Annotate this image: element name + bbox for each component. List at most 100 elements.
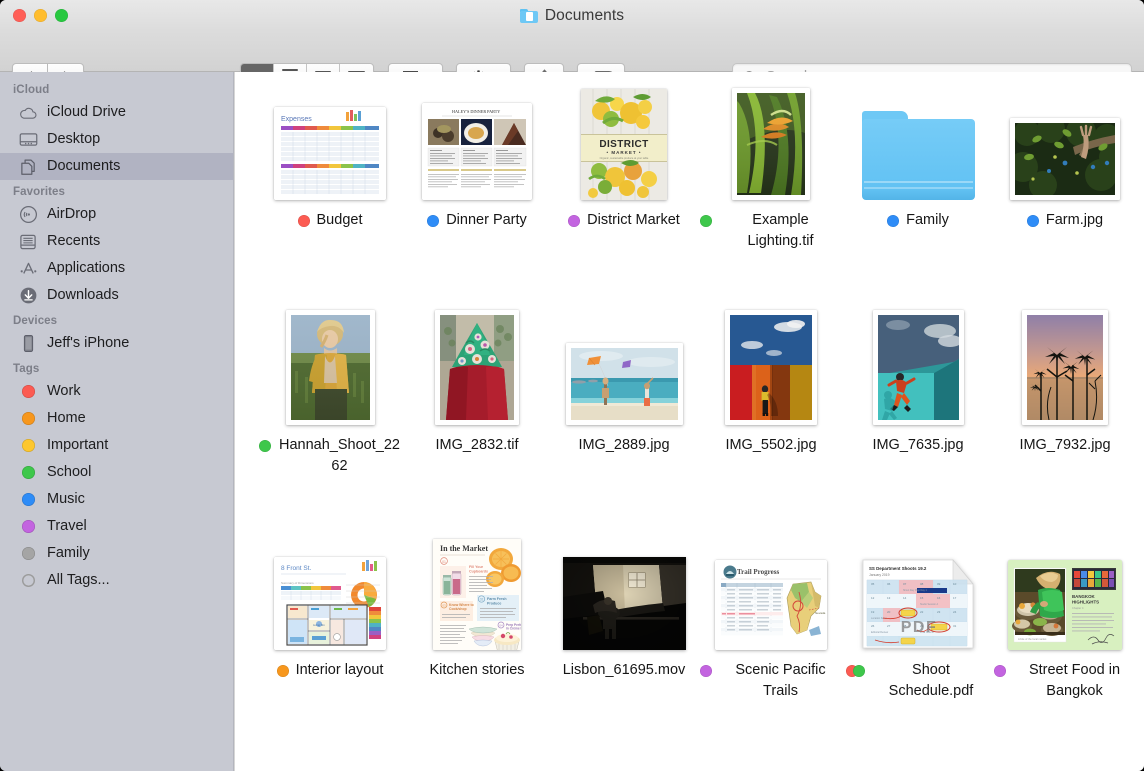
sidebar-item-documents[interactable]: Documents [0,153,233,180]
sidebar-item-tag-family[interactable]: Family [0,540,233,567]
file-item[interactable]: Example Lighting.tif [698,84,844,309]
file-grid: Expenses [235,72,1144,759]
file-name: Street Food in Bangkok [1013,660,1137,702]
svg-text:27: 27 [887,624,891,628]
svg-text:PDF: PDF [901,619,938,636]
airdrop-icon [18,205,38,225]
file-item[interactable]: Family [845,84,991,309]
sidebar-item-airdrop[interactable]: AirDrop [0,201,233,228]
sidebar-item-label: Music [47,492,85,507]
svg-text:SS Department Shoots 19.2: SS Department Shoots 19.2 [869,566,927,571]
file-item[interactable]: Hannah_Shoot_2262 [257,309,403,534]
sidebar-item-recents[interactable]: Recents [0,228,233,255]
file-tag-dots [1027,215,1039,227]
svg-text:Summary of Dimensions: Summary of Dimensions [281,581,314,585]
file-item[interactable]: IMG_2889.jpg [551,309,697,534]
tag-dot-icon [18,463,38,483]
sidebar-item-tag-school[interactable]: School [0,459,233,486]
close-button[interactable] [13,9,26,22]
file-thumbnail [992,313,1138,425]
file-tag-dots [259,440,271,452]
file-grid-area[interactable]: Expenses [235,72,1144,771]
zoom-button[interactable] [55,9,68,22]
sidebar-item-label: Home [47,411,86,426]
svg-text:Chapter 4: Chapter 4 [1072,606,1084,610]
file-thumbnail [257,313,403,425]
file-item[interactable]: A bite of the local market [992,534,1138,759]
file-tag-dots [994,665,1006,677]
sidebar-item-applications[interactable]: Applications [0,255,233,282]
file-name: Farm.jpg [1046,210,1103,231]
file-item[interactable]: IMG_5502.jpg [698,309,844,534]
sidebar-item-label: Recents [47,234,100,249]
file-item[interactable]: Lisbon_61695.mov [551,534,697,759]
desktop-icon [18,130,38,150]
recents-icon [18,232,38,252]
sidebar-item-jeffs-iphone[interactable]: Jeff's iPhone [0,330,233,357]
svg-text:03: 03 [442,603,446,607]
file-thumbnail [992,88,1138,200]
sidebar-item-label: Jeff's iPhone [47,336,129,351]
finder-window: Documents [0,0,1144,771]
sidebar-item-label: Important [47,438,108,453]
svg-text:14: 14 [903,596,907,600]
sidebar-item-tag-work[interactable]: Work [0,378,233,405]
file-item[interactable]: IMG_2832.tif [404,309,550,534]
file-name-row: Street Food in Bangkok [993,660,1137,702]
sidebar-item-icloud-drive[interactable]: iCloud Drive [0,99,233,126]
file-item[interactable]: HALEY'S DINNER PARTY [404,84,550,309]
iphone-icon [18,334,38,354]
file-thumbnail: A bite of the local market [992,538,1138,650]
file-item[interactable]: 8 Front St. Summary of Dimensions [257,534,403,759]
sidebar-item-label: Downloads [47,288,119,303]
file-name-row: Kitchen stories [405,660,549,681]
tag-dot-icon [18,544,38,564]
file-name: Kitchen stories [429,660,524,681]
file-thumbnail: In the Market 01 [404,538,550,650]
cloud-icon [18,103,38,123]
sidebar-item-label: All Tags... [47,573,110,588]
sidebar-item-downloads[interactable]: Downloads [0,282,233,309]
sidebar-item-desktop[interactable]: Desktop [0,126,233,153]
file-thumbnail [845,88,991,200]
file-name-row: Farm.jpg [993,210,1137,231]
folder-icon [520,9,538,23]
svg-text:Editorial Review: Editorial Review [871,631,888,634]
file-item[interactable]: Farm.jpg [992,84,1138,309]
sidebar-item-tag-travel[interactable]: Travel [0,513,233,540]
sidebar-section-header-favorites: Favorites [0,180,233,201]
file-name: Budget [317,210,363,231]
file-name-row: IMG_7932.jpg [993,435,1137,456]
svg-text:Living Rm: Living Rm [313,623,325,627]
file-item[interactable]: Expenses [257,84,403,309]
file-item[interactable]: DISTRICT • MARKET • Organic, sustainable… [551,84,697,309]
file-item[interactable]: In the Market 01 [404,534,550,759]
file-tag-dots [298,215,310,227]
svg-text:January 2019: January 2019 [869,573,890,577]
sidebar-item-all-tags[interactable]: All Tags... [0,567,233,594]
traffic-light-group [13,9,68,22]
file-item[interactable]: Trail Progress [698,534,844,759]
svg-text:Cupboards: Cupboards [469,570,488,574]
svg-text:09: 09 [937,582,941,586]
file-item[interactable]: IMG_7635.jpg [845,309,991,534]
svg-text:20: 20 [887,610,891,614]
sidebar-item-tag-home[interactable]: Home [0,405,233,432]
file-item[interactable]: IMG_7932.jpg [992,309,1138,534]
svg-text:10: 10 [953,582,957,586]
file-item[interactable]: SS Department Shoots 19.2 January 2019 [845,534,991,759]
svg-text:Farm Fresh: Farm Fresh [487,597,507,601]
svg-text:22: 22 [920,610,924,614]
file-tag-dots [700,665,712,677]
svg-text:01: 01 [442,560,446,564]
minimize-button[interactable] [34,9,47,22]
sidebar-item-label: Travel [47,519,87,534]
file-thumbnail [551,538,697,650]
sidebar-item-tag-important[interactable]: Important [0,432,233,459]
svg-text:23: 23 [937,610,941,614]
svg-text:31: 31 [953,624,957,628]
sidebar-item-tag-music[interactable]: Music [0,486,233,513]
svg-text:• MARKET •: • MARKET • [607,150,642,155]
svg-text:07: 07 [903,582,907,586]
file-tag-dots [846,665,865,677]
